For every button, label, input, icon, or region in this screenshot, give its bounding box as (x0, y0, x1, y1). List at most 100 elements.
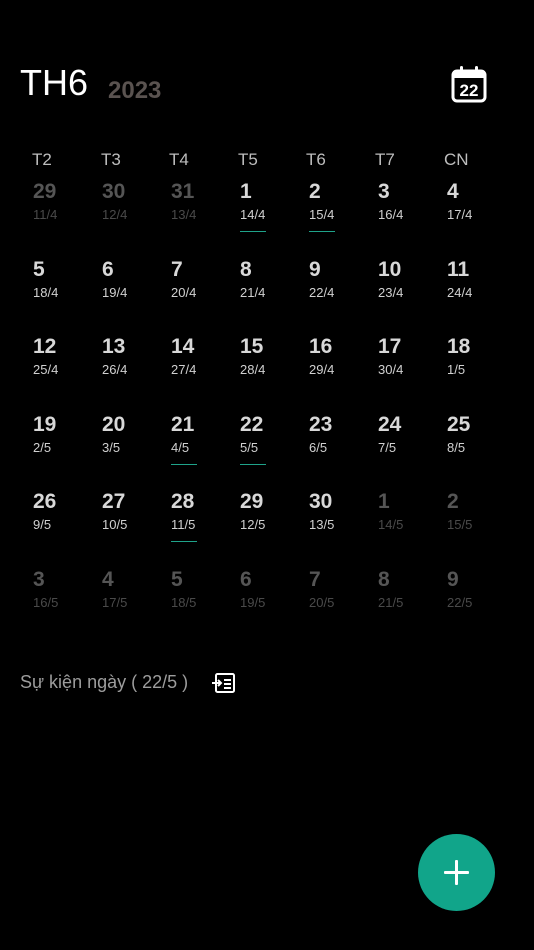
calendar-day-cell[interactable]: 18 1/5 (447, 335, 507, 395)
calendar-day-cell[interactable]: 28 11/5 (171, 490, 231, 550)
solar-day-number: 1 (240, 180, 252, 203)
year-label[interactable]: 2023 (108, 77, 161, 105)
calendar-day-cell[interactable]: 21 4/5 (171, 413, 231, 473)
today-day-number: 22 (460, 81, 479, 100)
calendar-day-cell[interactable]: 11 24/4 (447, 258, 507, 318)
calendar-day-cell[interactable]: 7 20/4 (171, 258, 231, 318)
calendar-day-cell[interactable]: 16 29/4 (309, 335, 369, 395)
lunar-date: 24/4 (447, 285, 473, 300)
event-marker (171, 541, 197, 542)
calendar-day-cell[interactable]: 2 15/5 (447, 490, 507, 550)
solar-day-number: 12 (33, 335, 57, 358)
lunar-date: 14/5 (378, 517, 404, 532)
lunar-date: 16/4 (378, 207, 404, 222)
calendar-day-cell[interactable]: 9 22/4 (309, 258, 369, 318)
lunar-date: 15/4 (309, 207, 335, 222)
solar-day-number: 7 (171, 258, 183, 281)
lunar-date: 12/4 (102, 207, 128, 222)
calendar-day-cell[interactable]: 31 13/4 (171, 180, 231, 240)
calendar-day-cell[interactable]: 5 18/4 (33, 258, 93, 318)
calendar-day-cell[interactable]: 8 21/4 (240, 258, 300, 318)
solar-day-number: 22 (240, 413, 264, 436)
lunar-date: 20/5 (309, 595, 335, 610)
solar-day-number: 28 (171, 490, 195, 513)
lunar-date: 21/4 (240, 285, 266, 300)
solar-day-number: 23 (309, 413, 333, 436)
calendar-day-cell[interactable]: 23 6/5 (309, 413, 369, 473)
solar-day-number: 9 (447, 568, 459, 591)
solar-day-number: 2 (447, 490, 459, 513)
weekday-label: T2 (32, 150, 52, 169)
lunar-date: 19/4 (102, 285, 128, 300)
solar-day-number: 4 (447, 180, 459, 203)
calendar-day-cell[interactable]: 17 30/4 (378, 335, 438, 395)
calendar-day-cell[interactable]: 5 18/5 (171, 568, 231, 628)
calendar-day-cell[interactable]: 29 12/5 (240, 490, 300, 550)
solar-day-number: 7 (309, 568, 321, 591)
weekday-label: T4 (169, 150, 189, 169)
lunar-date: 5/5 (240, 440, 259, 455)
lunar-date: 28/4 (240, 362, 266, 377)
calendar-day-cell[interactable]: 30 12/4 (102, 180, 162, 240)
solar-day-number: 26 (33, 490, 57, 513)
calendar-day-cell[interactable]: 4 17/4 (447, 180, 507, 240)
solar-day-number: 8 (240, 258, 252, 281)
calendar-day-cell[interactable]: 13 26/4 (102, 335, 162, 395)
solar-day-number: 1 (378, 490, 390, 513)
lunar-date: 13/5 (309, 517, 335, 532)
weekday-label: T7 (375, 150, 395, 169)
lunar-date: 18/4 (33, 285, 59, 300)
solar-day-number: 6 (102, 258, 114, 281)
lunar-date: 16/5 (33, 595, 59, 610)
calendar-day-cell[interactable]: 1 14/5 (378, 490, 438, 550)
calendar-day-cell[interactable]: 2 15/4 (309, 180, 369, 240)
lunar-date: 22/4 (309, 285, 335, 300)
lunar-date: 12/5 (240, 517, 266, 532)
calendar-day-cell[interactable]: 20 3/5 (102, 413, 162, 473)
calendar-day-cell[interactable]: 19 2/5 (33, 413, 93, 473)
solar-day-number: 15 (240, 335, 264, 358)
calendar-day-cell[interactable]: 15 28/4 (240, 335, 300, 395)
calendar-day-cell[interactable]: 6 19/4 (102, 258, 162, 318)
solar-day-number: 29 (33, 180, 57, 203)
calendar-day-cell[interactable]: 6 19/5 (240, 568, 300, 628)
calendar-day-cell[interactable]: 3 16/5 (33, 568, 93, 628)
solar-day-number: 16 (309, 335, 333, 358)
calendar-day-cell[interactable]: 25 8/5 (447, 413, 507, 473)
calendar-day-cell[interactable]: 24 7/5 (378, 413, 438, 473)
weekday-label: T5 (238, 150, 258, 169)
calendar-day-cell[interactable]: 26 9/5 (33, 490, 93, 550)
calendar-day-cell[interactable]: 29 11/4 (33, 180, 93, 240)
event-list-button[interactable] (212, 672, 236, 694)
calendar-day-cell[interactable]: 22 5/5 (240, 413, 300, 473)
calendar-day-cell[interactable]: 4 17/5 (102, 568, 162, 628)
calendar-day-cell[interactable]: 9 22/5 (447, 568, 507, 628)
lunar-date: 8/5 (447, 440, 466, 455)
calendar-day-cell[interactable]: 30 13/5 (309, 490, 369, 550)
calendar-day-cell[interactable]: 8 21/5 (378, 568, 438, 628)
lunar-date: 3/5 (102, 440, 121, 455)
today-button[interactable]: 22 (450, 64, 488, 104)
solar-day-number: 6 (240, 568, 252, 591)
solar-day-number: 3 (378, 180, 390, 203)
calendar-day-cell[interactable]: 10 23/4 (378, 258, 438, 318)
lunar-date: 25/4 (33, 362, 59, 377)
calendar-day-cell[interactable]: 1 14/4 (240, 180, 300, 240)
calendar-day-cell[interactable]: 14 27/4 (171, 335, 231, 395)
solar-day-number: 11 (447, 258, 470, 281)
solar-day-number: 10 (378, 258, 402, 281)
calendar-day-cell[interactable]: 3 16/4 (378, 180, 438, 240)
lunar-date: 21/5 (378, 595, 404, 610)
solar-day-number: 25 (447, 413, 471, 436)
solar-day-number: 5 (33, 258, 45, 281)
lunar-date: 30/4 (378, 362, 404, 377)
calendar-day-cell[interactable]: 7 20/5 (309, 568, 369, 628)
calendar-day-cell[interactable]: 27 10/5 (102, 490, 162, 550)
weekday-label: T6 (306, 150, 326, 169)
event-marker (309, 231, 335, 232)
lunar-date: 15/5 (447, 517, 473, 532)
calendar-day-cell[interactable]: 12 25/4 (33, 335, 93, 395)
weekday-label: T3 (101, 150, 121, 169)
month-title[interactable]: TH6 (20, 62, 88, 104)
add-event-button[interactable] (418, 834, 495, 911)
